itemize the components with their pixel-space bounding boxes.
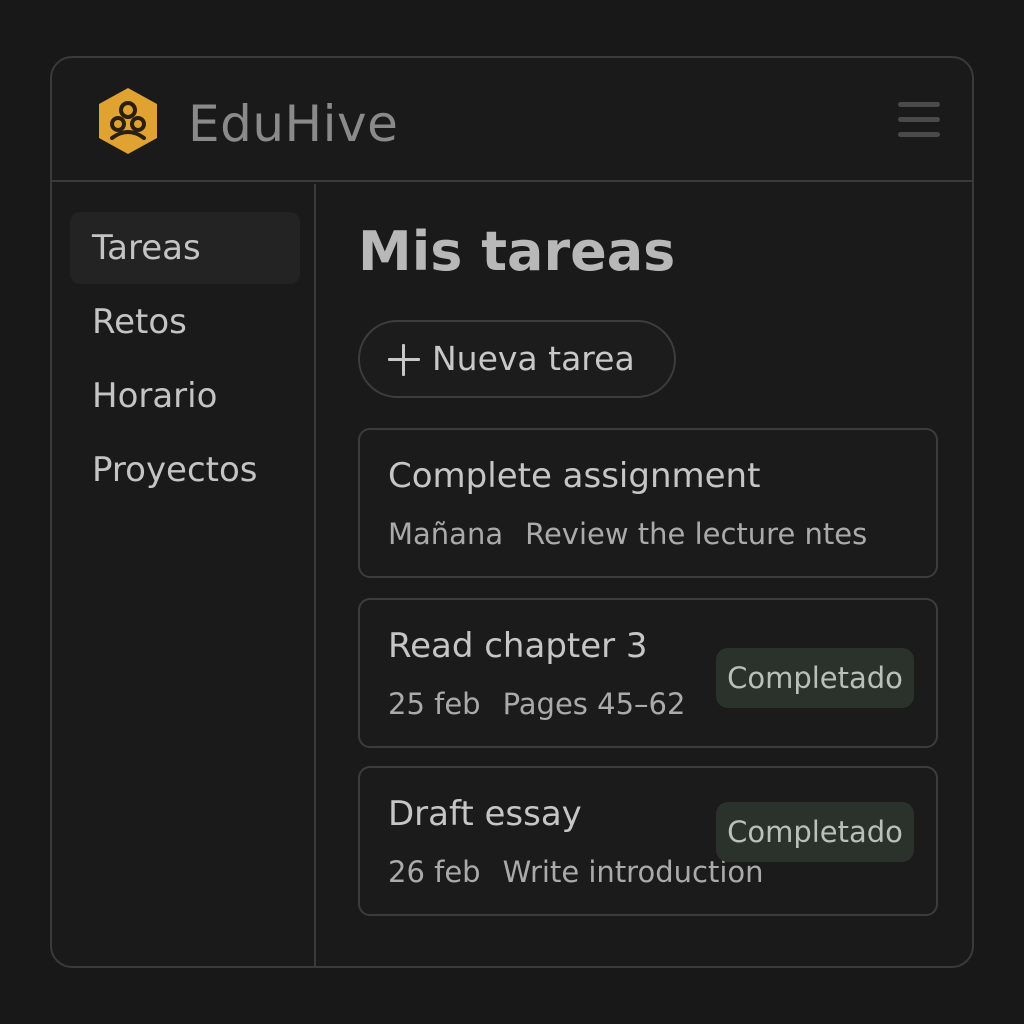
task-meta: 26 feb Write introduction <box>388 852 764 892</box>
task-date: Mañana <box>388 517 504 551</box>
sidebar-item-retos[interactable]: Retos <box>70 286 300 358</box>
hamburger-menu-icon[interactable] <box>896 100 942 140</box>
task-meta: Mañana Review the lecture ntes <box>388 514 867 554</box>
task-title: Draft essay <box>388 794 582 834</box>
app-title: EduHive <box>188 95 399 153</box>
main-content: Mis tareas Nueva tarea Complete assignme… <box>318 184 972 966</box>
app-window: EduHive Tareas Retos Horario Proyectos M… <box>50 56 974 968</box>
task-card[interactable]: Complete assignment Mañana Review the lec… <box>358 428 938 578</box>
task-card[interactable]: Read chapter 3 25 feb Pages 45–62 Complet… <box>358 598 938 748</box>
new-task-label: Nueva tarea <box>432 339 635 378</box>
task-meta: 25 feb Pages 45–62 <box>388 684 685 724</box>
sidebar: Tareas Retos Horario Proyectos <box>52 184 316 966</box>
status-badge: Completado <box>716 648 914 708</box>
task-date: 26 feb <box>388 855 481 889</box>
sidebar-item-tareas[interactable]: Tareas <box>70 212 300 284</box>
hexagon-people-icon[interactable] <box>96 86 160 156</box>
new-task-button[interactable]: Nueva tarea <box>358 320 676 398</box>
plus-icon <box>388 344 420 376</box>
task-title: Read chapter 3 <box>388 626 648 666</box>
sidebar-item-proyectos[interactable]: Proyectos <box>70 434 300 506</box>
task-title: Complete assignment <box>388 456 761 496</box>
task-note: Review the lecture ntes <box>525 517 868 551</box>
status-badge: Completado <box>716 802 914 862</box>
sidebar-item-horario[interactable]: Horario <box>70 360 300 432</box>
task-date: 25 feb <box>388 687 481 721</box>
task-note: Pages 45–62 <box>502 687 686 721</box>
page-title: Mis tareas <box>358 220 676 283</box>
app-header: EduHive <box>52 58 972 182</box>
task-card[interactable]: Draft essay 26 feb Write introduction Com… <box>358 766 938 916</box>
